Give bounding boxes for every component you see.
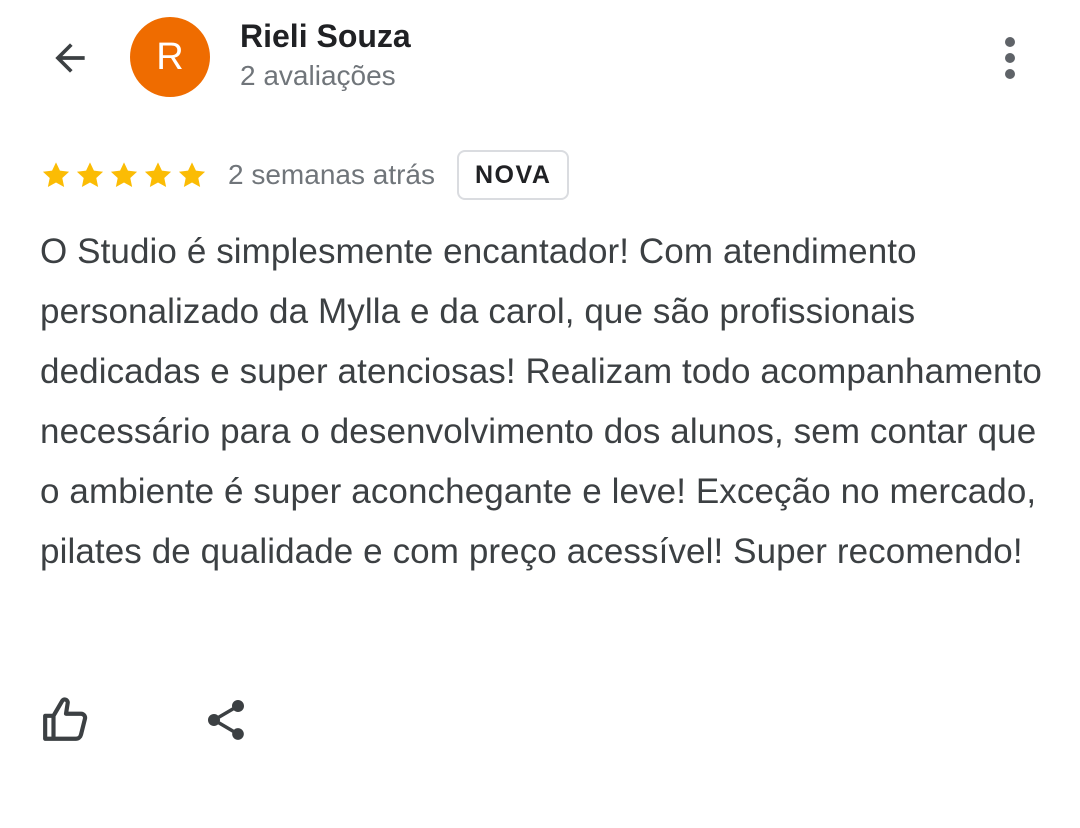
share-button[interactable] (196, 690, 256, 750)
like-button[interactable] (36, 690, 96, 750)
more-vert-icon (1005, 37, 1015, 79)
more-options-button[interactable] (982, 30, 1038, 86)
review-header: R Rieli Souza 2 avaliações (0, 0, 1080, 120)
avatar-letter: R (156, 35, 184, 78)
thumb-up-icon (43, 697, 88, 741)
reviewer-name[interactable]: Rieli Souza (240, 16, 411, 56)
arrow-back-icon (55, 43, 85, 73)
star-icon (178, 162, 206, 187)
rating-row: 2 semanas atrás NOVA (40, 148, 570, 202)
share-icon (208, 700, 244, 740)
star-rating (40, 159, 208, 191)
review-date: 2 semanas atrás (228, 159, 435, 190)
star-icon (42, 162, 70, 187)
review-text: O Studio é simplesmente encantador! Com … (40, 232, 1042, 571)
star-icon (76, 162, 104, 187)
new-badge: NOVA (457, 150, 570, 200)
star-icon (144, 162, 172, 187)
star-icon (110, 162, 138, 187)
back-button[interactable] (38, 26, 102, 90)
reviewer-review-count: 2 avaliações (240, 60, 396, 91)
avatar[interactable]: R (130, 17, 210, 97)
